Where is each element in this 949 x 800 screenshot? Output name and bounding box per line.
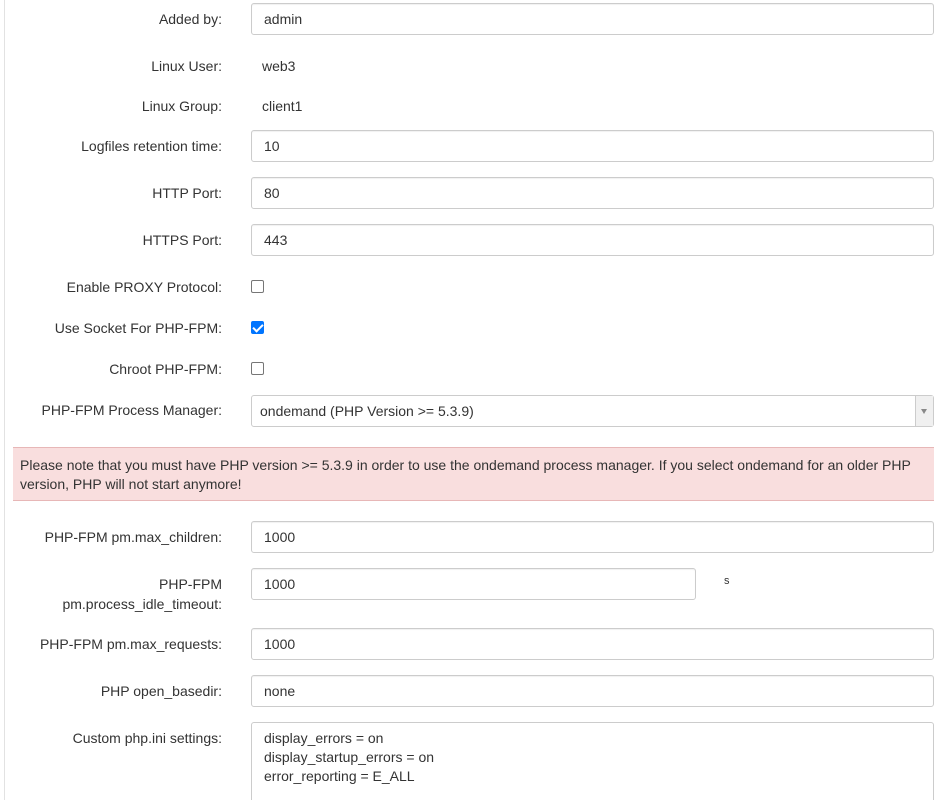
panel-border (4, 0, 5, 800)
idle-timeout-input[interactable]: 1000 (251, 568, 696, 600)
https-port-input[interactable]: 443 (251, 224, 934, 256)
linux-group-label: Linux Group: (141, 98, 222, 114)
socket-php-fpm-checkbox[interactable] (251, 321, 264, 334)
idle-timeout-label: PHP-FPM pm.process_idle_timeout: (22, 574, 222, 614)
max-requests-input[interactable]: 1000 (251, 628, 934, 660)
enable-proxy-checkbox[interactable] (251, 280, 264, 293)
linux-group-value: client1 (262, 98, 303, 114)
idle-timeout-label-line2: pm.process_idle_timeout: (62, 596, 222, 612)
custom-ini-line: display_startup_errors = on (264, 749, 435, 765)
process-manager-label: PHP-FPM Process Manager: (41, 402, 223, 418)
added-by-input[interactable]: admin (251, 3, 934, 35)
max-children-label: PHP-FPM pm.max_children: (44, 529, 222, 545)
process-manager-selected: ondemand (PHP Version >= 5.3.9) (260, 403, 474, 419)
custom-ini-label: Custom php.ini settings: (72, 730, 222, 746)
idle-timeout-unit: s (724, 575, 730, 587)
linux-user-value: web3 (262, 58, 296, 74)
added-by-label: Added by: (158, 11, 222, 27)
ondemand-warning-alert: Please note that you must have PHP versi… (13, 447, 934, 501)
logfiles-retention-label: Logfiles retention time: (81, 138, 222, 154)
open-basedir-label: PHP open_basedir: (100, 683, 222, 699)
max-requests-label: PHP-FPM pm.max_requests: (39, 636, 222, 652)
open-basedir-input[interactable]: none (251, 675, 934, 707)
custom-ini-textarea[interactable]: display_errors = on display_startup_erro… (251, 722, 934, 800)
max-children-input[interactable]: 1000 (251, 521, 934, 553)
dropdown-arrow-icon[interactable] (915, 396, 933, 426)
logfiles-retention-input[interactable]: 10 (251, 130, 934, 162)
custom-ini-line: display_errors = on (264, 730, 384, 746)
chroot-php-fpm-checkbox[interactable] (251, 362, 264, 375)
https-port-label: HTTPS Port: (142, 232, 222, 248)
website-options-form: Added by: admin Linux User: web3 Linux G… (0, 0, 949, 800)
process-manager-select[interactable]: ondemand (PHP Version >= 5.3.9) (251, 395, 934, 427)
custom-ini-line: error_reporting = E_ALL (264, 768, 415, 784)
socket-php-fpm-label: Use Socket For PHP-FPM: (54, 320, 222, 336)
http-port-input[interactable]: 80 (251, 177, 934, 209)
idle-timeout-label-line1: PHP-FPM (159, 576, 222, 592)
enable-proxy-label: Enable PROXY Protocol: (66, 279, 222, 295)
chroot-php-fpm-label: Chroot PHP-FPM: (109, 361, 222, 377)
http-port-label: HTTP Port: (152, 185, 222, 201)
linux-user-label: Linux User: (151, 58, 222, 74)
